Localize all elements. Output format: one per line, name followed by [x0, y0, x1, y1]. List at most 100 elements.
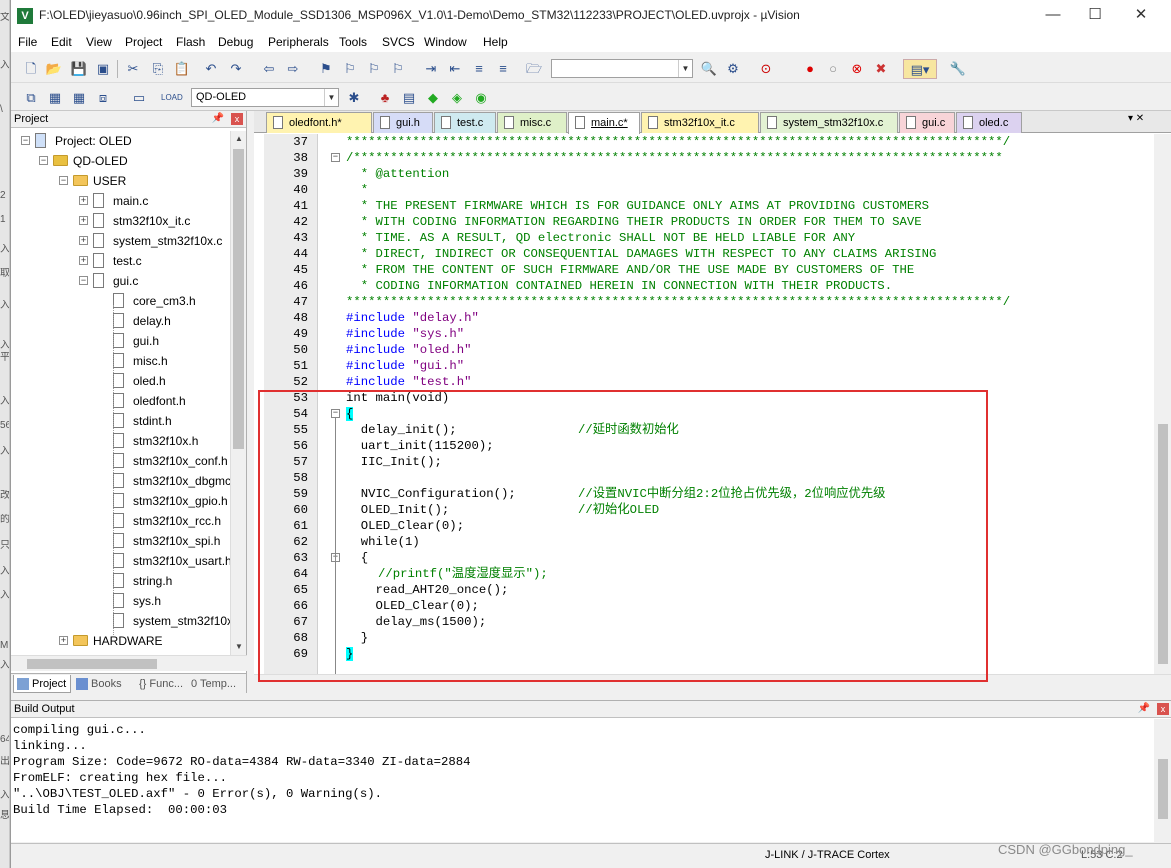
- menu-tools[interactable]: Tools: [339, 35, 367, 49]
- project-tree-scrollbar[interactable]: ▲ ▼: [230, 131, 246, 655]
- tab-books[interactable]: Books: [73, 675, 133, 693]
- code-line[interactable]: 39 * @attention: [254, 166, 1154, 182]
- fold-toggle-icon[interactable]: −: [331, 153, 340, 162]
- hscroll-thumb[interactable]: [27, 659, 157, 669]
- code-line[interactable]: 42 * WITH CODING INFORMATION REGARDING T…: [254, 214, 1154, 230]
- menu-window[interactable]: Window: [424, 35, 467, 49]
- project-tree-hscrollbar[interactable]: [11, 655, 247, 671]
- tree-item[interactable]: core_cm3.h: [11, 291, 230, 311]
- collapse-icon[interactable]: −: [59, 176, 68, 185]
- tree-item[interactable]: + system_stm32f10x.c: [11, 231, 230, 251]
- tree-item[interactable]: − Project: OLED: [11, 131, 230, 151]
- expand-icon[interactable]: +: [79, 256, 88, 265]
- code-line[interactable]: 38 −/************************************…: [254, 150, 1154, 166]
- insert-breakpoint-icon[interactable]: ●: [800, 59, 820, 79]
- manage-rte-icon[interactable]: ◈: [447, 88, 467, 108]
- menu-flash[interactable]: Flash: [176, 35, 205, 49]
- menu-edit[interactable]: Edit: [51, 35, 72, 49]
- build-output-scrollbar[interactable]: [1154, 719, 1171, 843]
- stop-build-icon[interactable]: ▭: [129, 88, 149, 108]
- find-icon[interactable]: 🔍: [699, 59, 719, 79]
- tree-item[interactable]: stdint.h: [11, 411, 230, 431]
- menu-file[interactable]: File: [18, 35, 37, 49]
- editor-tab[interactable]: test.c: [434, 112, 496, 133]
- code-line[interactable]: 41 * THE PRESENT FIRMWARE WHICH IS FOR G…: [254, 198, 1154, 214]
- tab-functions[interactable]: {} Func...: [135, 675, 185, 693]
- comment-icon[interactable]: ≡: [469, 59, 489, 79]
- expand-icon[interactable]: +: [79, 196, 88, 205]
- scroll-thumb[interactable]: [1158, 424, 1168, 664]
- scroll-thumb[interactable]: [233, 149, 244, 449]
- pin-icon[interactable]: 📌: [1138, 701, 1150, 717]
- menu-svcs[interactable]: SVCS: [382, 35, 415, 49]
- tab-project[interactable]: Project: [13, 675, 71, 693]
- indent-icon[interactable]: ⇥: [421, 59, 441, 79]
- code-line[interactable]: 45 * FROM THE CONTENT OF SUCH FIRMWARE A…: [254, 262, 1154, 278]
- select-packs-icon[interactable]: ▤: [399, 88, 419, 108]
- code-line[interactable]: 51 #include "gui.h": [254, 358, 1154, 374]
- manage-components-icon[interactable]: ♣: [375, 88, 395, 108]
- menu-view[interactable]: View: [86, 35, 112, 49]
- prev-bookmark-icon[interactable]: ⚐: [340, 59, 360, 79]
- paste-icon[interactable]: 📋: [172, 59, 192, 79]
- tree-item[interactable]: gui.h: [11, 331, 230, 351]
- configure-icon[interactable]: 🔧: [948, 59, 968, 79]
- debug-session-icon[interactable]: ⊙: [756, 59, 776, 79]
- menu-help[interactable]: Help: [483, 35, 508, 49]
- editor-tab[interactable]: system_stm32f10x.c: [760, 112, 898, 133]
- maximize-button[interactable]: ☐: [1072, 4, 1118, 28]
- tree-item[interactable]: + main.c: [11, 191, 230, 211]
- tree-item[interactable]: + HARDWARE: [11, 631, 230, 651]
- close-icon[interactable]: x: [231, 113, 243, 125]
- editor-tab[interactable]: misc.c: [497, 112, 567, 133]
- collapse-icon[interactable]: −: [21, 136, 30, 145]
- menu-peripherals[interactable]: Peripherals: [268, 35, 329, 49]
- editor-scrollbar[interactable]: [1154, 134, 1171, 674]
- tab-templates[interactable]: 0 Temp...: [187, 675, 247, 693]
- expand-icon[interactable]: +: [59, 636, 68, 645]
- run-time-environment-icon[interactable]: ◉: [471, 88, 491, 108]
- tree-item[interactable]: stm32f10x_rcc.h: [11, 511, 230, 531]
- editor-tab[interactable]: oled.c: [956, 112, 1022, 133]
- build-icon[interactable]: ▦: [45, 88, 65, 108]
- cut-icon[interactable]: ✂: [123, 59, 143, 79]
- code-line[interactable]: 37 **************************************…: [254, 134, 1154, 150]
- editor-tab[interactable]: gui.c: [899, 112, 955, 133]
- collapse-icon[interactable]: −: [79, 276, 88, 285]
- tree-item[interactable]: − gui.c: [11, 271, 230, 291]
- code-line[interactable]: 50 #include "oled.h": [254, 342, 1154, 358]
- scroll-up-icon[interactable]: ▲: [231, 131, 247, 147]
- expand-icon[interactable]: +: [79, 236, 88, 245]
- tree-item[interactable]: string.h: [11, 571, 230, 591]
- tree-item[interactable]: stm32f10x_usart.h: [11, 551, 230, 571]
- code-line[interactable]: 43 * TIME. AS A RESULT, QD electronic SH…: [254, 230, 1154, 246]
- navigate-back-icon[interactable]: ⇦: [259, 59, 279, 79]
- rebuild-icon[interactable]: ▦: [69, 88, 89, 108]
- uncomment-icon[interactable]: ≡: [493, 59, 513, 79]
- tree-item[interactable]: system_stm32f10x: [11, 611, 230, 631]
- pin-icon[interactable]: 📌: [212, 111, 224, 127]
- tree-item[interactable]: sys.h: [11, 591, 230, 611]
- unindent-icon[interactable]: ⇤: [445, 59, 465, 79]
- target-select[interactable]: QD-OLED ▼: [191, 88, 339, 107]
- code-line[interactable]: 52 #include "test.h": [254, 374, 1154, 390]
- tree-item[interactable]: stm32f10x_spi.h: [11, 531, 230, 551]
- tree-item[interactable]: stm32f10x.h: [11, 431, 230, 451]
- save-icon[interactable]: 💾: [69, 59, 89, 79]
- undo-icon[interactable]: ↶: [201, 59, 221, 79]
- find-combo[interactable]: ▼: [551, 59, 693, 78]
- editor-tab[interactable]: gui.h: [373, 112, 433, 133]
- next-bookmark-icon[interactable]: ⚐: [364, 59, 384, 79]
- save-all-icon[interactable]: ▣: [93, 59, 113, 79]
- tree-item[interactable]: stm32f10x_conf.h: [11, 451, 230, 471]
- download-icon[interactable]: LOAD: [161, 88, 183, 108]
- tree-item[interactable]: + stm32f10x_it.c: [11, 211, 230, 231]
- batch-build-icon[interactable]: ⧈: [93, 88, 113, 108]
- tree-item[interactable]: oled.h: [11, 371, 230, 391]
- bookmark-icon[interactable]: ⚑: [316, 59, 336, 79]
- code-line[interactable]: 40 *: [254, 182, 1154, 198]
- tree-item[interactable]: oledfont.h: [11, 391, 230, 411]
- tree-item[interactable]: stm32f10x_gpio.h: [11, 491, 230, 511]
- incremental-find-icon[interactable]: ⚙: [723, 59, 743, 79]
- clear-bookmarks-icon[interactable]: ⚐: [388, 59, 408, 79]
